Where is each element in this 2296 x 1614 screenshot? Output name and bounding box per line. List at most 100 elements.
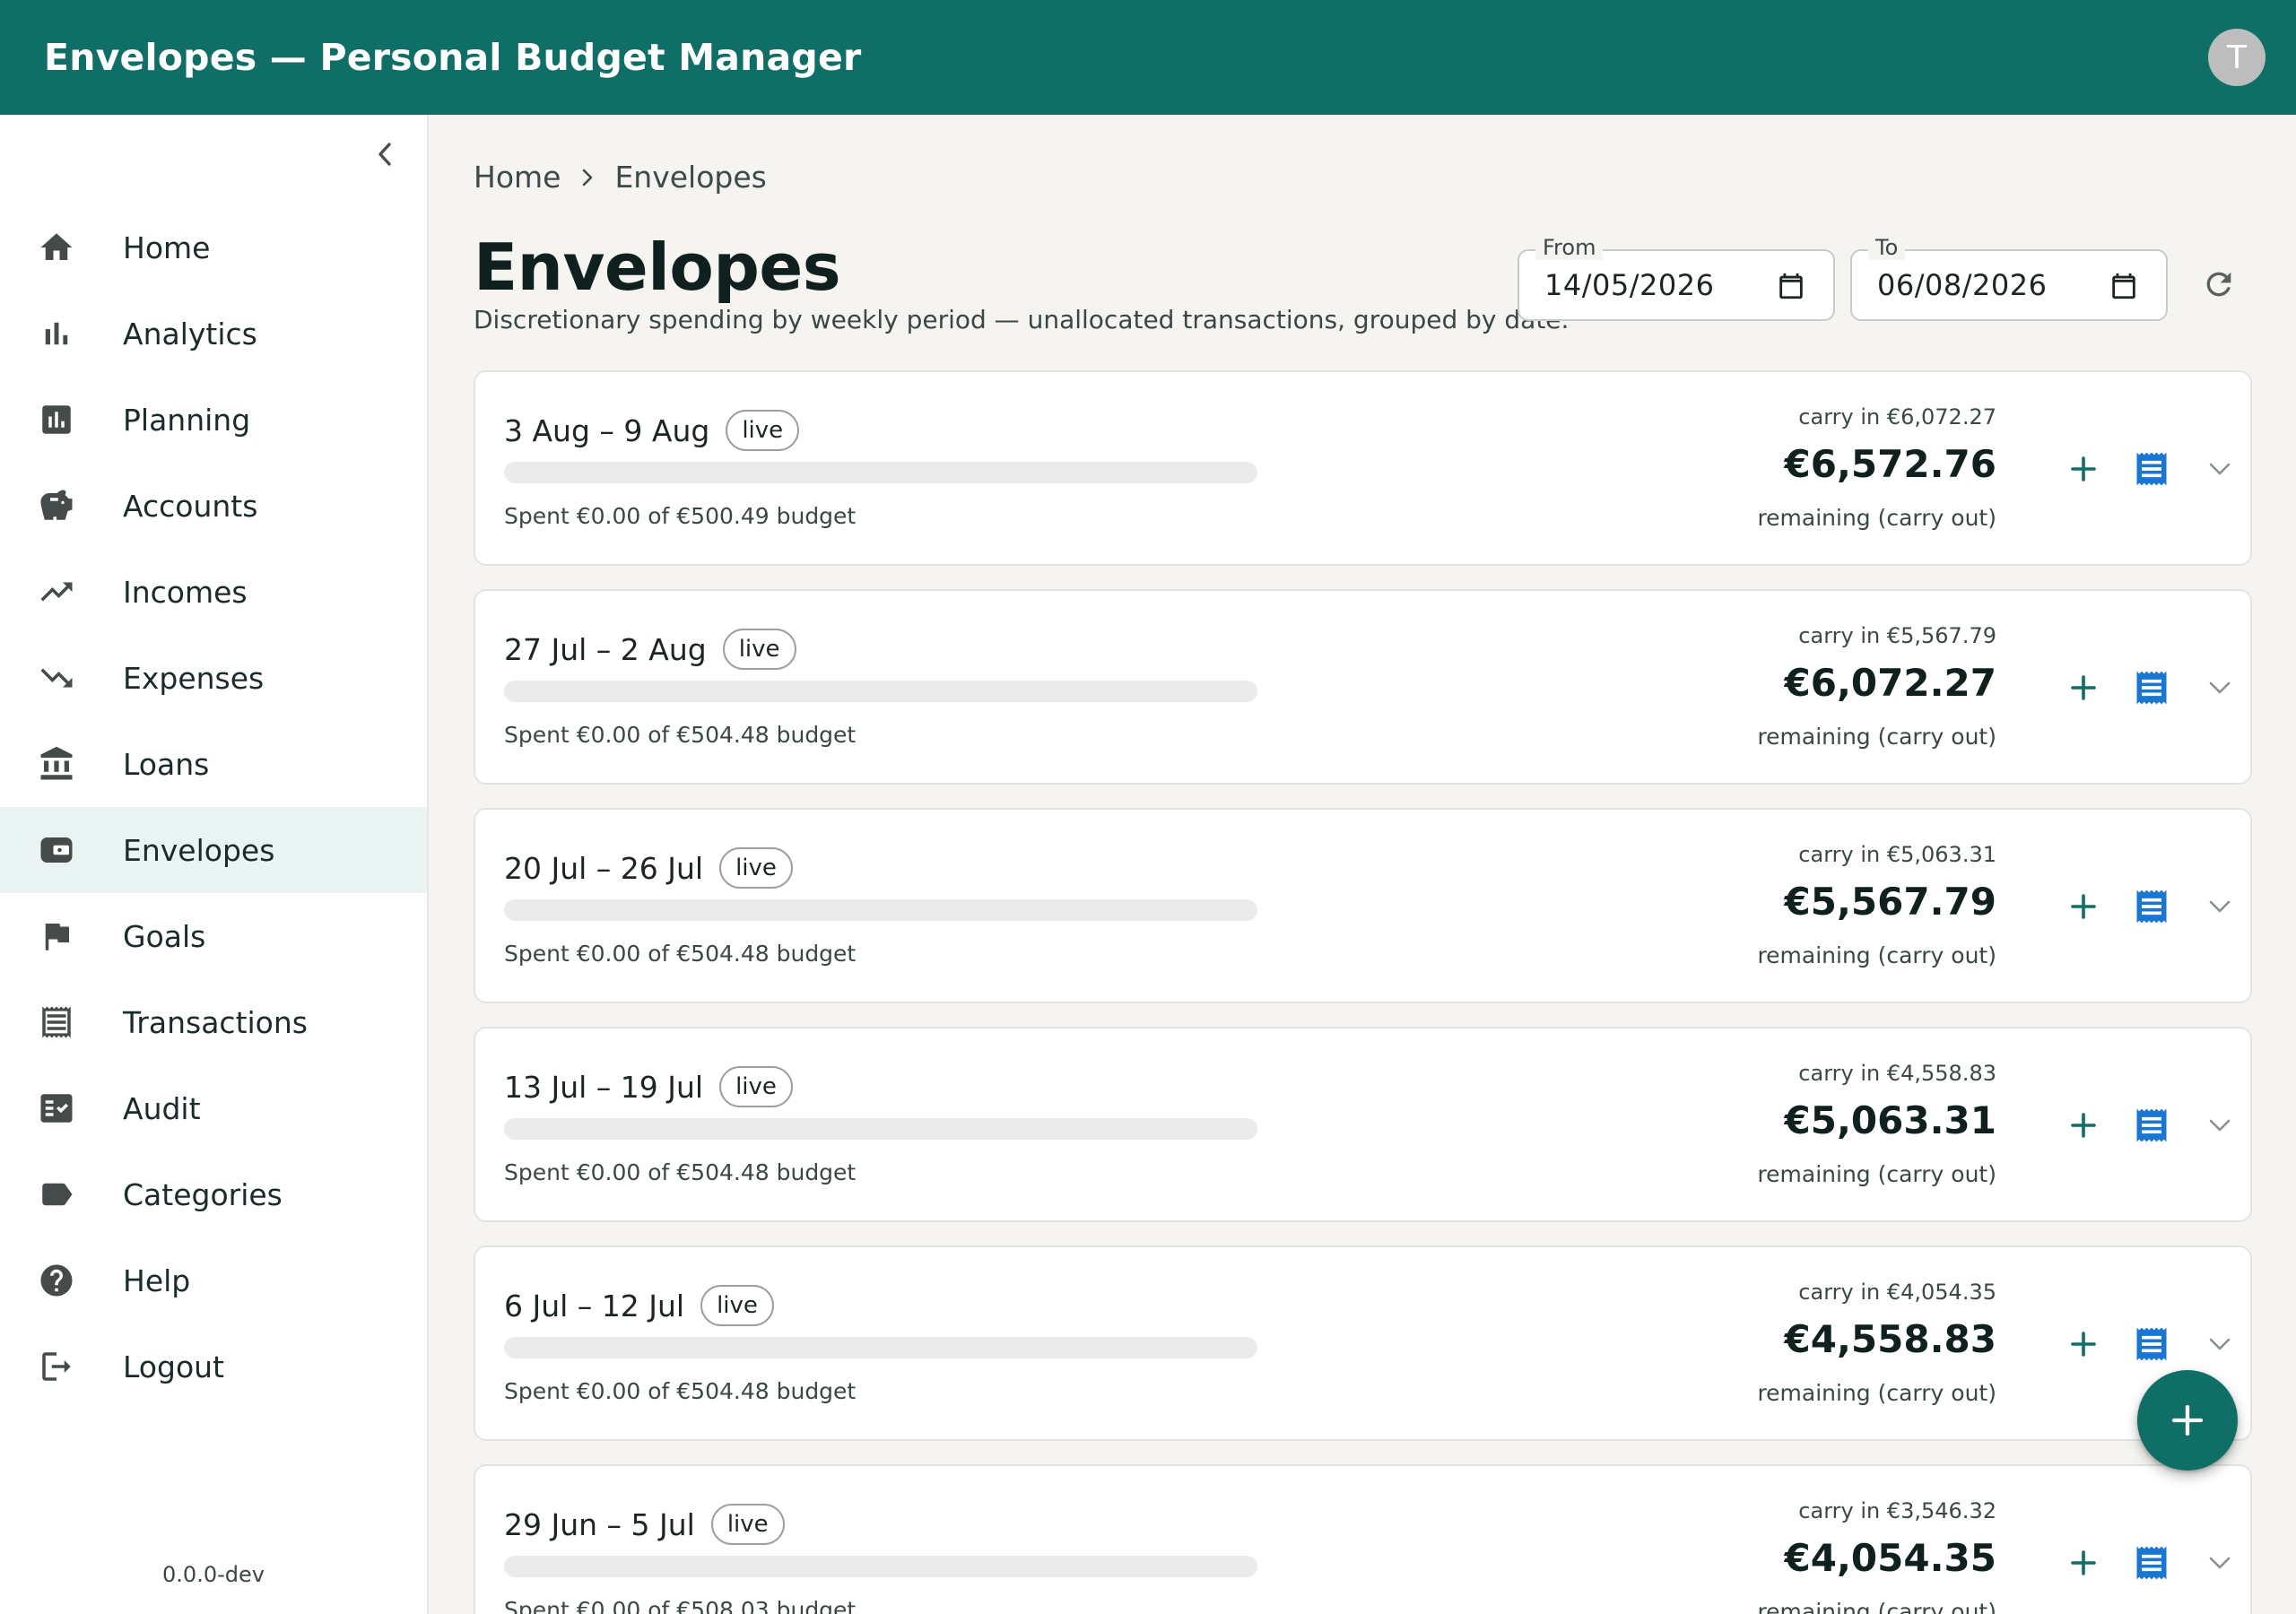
piggy-bank-icon bbox=[37, 486, 76, 525]
remaining-amount: €5,063.31 bbox=[1784, 1098, 1996, 1142]
from-date-value[interactable]: 14/05/2026 bbox=[1544, 268, 1714, 302]
trending-up-icon bbox=[37, 572, 76, 612]
spend-progress-bar bbox=[504, 1118, 1257, 1140]
sidebar-item-expenses[interactable]: Expenses bbox=[0, 635, 427, 721]
sidebar-item-label: Expenses bbox=[123, 660, 265, 696]
remaining-label: remaining (carry out) bbox=[1757, 505, 1996, 531]
sidebar-item-accounts[interactable]: Accounts bbox=[0, 463, 427, 549]
status-badge: live bbox=[719, 847, 793, 889]
sidebar-item-label: Loans bbox=[123, 746, 210, 782]
period-label: 3 Aug – 9 Aug bbox=[504, 412, 710, 448]
chevron-down-icon bbox=[2209, 900, 2231, 913]
add-transaction-button[interactable] bbox=[2060, 1102, 2107, 1149]
add-fab-button[interactable] bbox=[2137, 1370, 2238, 1471]
chevron-down-icon bbox=[2209, 1557, 2231, 1569]
period-label: 29 Jun – 5 Jul bbox=[504, 1506, 695, 1542]
spent-summary: Spent €0.00 of €508.03 budget bbox=[504, 1597, 857, 1614]
chevron-right-icon bbox=[580, 167, 595, 188]
add-transaction-button[interactable] bbox=[2060, 1321, 2107, 1367]
sidebar-item-goals[interactable]: Goals bbox=[0, 893, 427, 979]
expand-envelope-button[interactable] bbox=[2196, 446, 2243, 492]
trending-down-icon bbox=[37, 658, 76, 698]
view-transactions-button[interactable] bbox=[2128, 1321, 2175, 1367]
sidebar-item-help[interactable]: Help bbox=[0, 1237, 427, 1323]
to-date-field[interactable]: To 06/08/2026 bbox=[1850, 235, 2168, 321]
envelope-card: 20 Jul – 26 Jul live Spent €0.00 of €504.4… bbox=[474, 808, 2252, 1003]
receipt-icon bbox=[2136, 452, 2167, 486]
sidebar-item-analytics[interactable]: Analytics bbox=[0, 291, 427, 377]
envelope-card: 6 Jul – 12 Jul live Spent €0.00 of €504.48… bbox=[474, 1245, 2252, 1441]
expand-envelope-button[interactable] bbox=[2196, 1540, 2243, 1586]
add-transaction-button[interactable] bbox=[2060, 883, 2107, 930]
remaining-label: remaining (carry out) bbox=[1757, 1380, 1996, 1406]
flag-icon bbox=[37, 916, 76, 956]
carry-in-amount: carry in €4,054.35 bbox=[1798, 1280, 1996, 1305]
remaining-label: remaining (carry out) bbox=[1757, 1161, 1996, 1187]
sidebar-item-planning[interactable]: Planning bbox=[0, 377, 427, 463]
calendar-icon[interactable] bbox=[1776, 271, 1806, 301]
breadcrumb-home[interactable]: Home bbox=[474, 160, 561, 195]
sidebar-item-label: Home bbox=[123, 230, 211, 265]
sidebar-item-label: Transactions bbox=[123, 1004, 308, 1040]
chevron-down-icon bbox=[2209, 681, 2231, 694]
envelope-card: 29 Jun – 5 Jul live Spent €0.00 of €508.03… bbox=[474, 1464, 2252, 1614]
sidebar-item-loans[interactable]: Loans bbox=[0, 721, 427, 807]
carry-in-amount: carry in €3,546.32 bbox=[1798, 1498, 1996, 1523]
remaining-label: remaining (carry out) bbox=[1757, 724, 1996, 750]
collapse-sidebar-button[interactable] bbox=[363, 133, 406, 176]
receipt-icon bbox=[2136, 1546, 2167, 1580]
add-transaction-button[interactable] bbox=[2060, 446, 2107, 492]
sidebar-item-label: Logout bbox=[123, 1349, 224, 1384]
period-label: 20 Jul – 26 Jul bbox=[504, 850, 704, 886]
envelope-period: 29 Jun – 5 Jul live bbox=[504, 1504, 785, 1545]
app-bar: Envelopes — Personal Budget Manager T bbox=[0, 0, 2296, 115]
add-icon bbox=[2171, 1404, 2204, 1436]
spend-progress-bar bbox=[504, 1556, 1257, 1577]
expand-envelope-button[interactable] bbox=[2196, 1321, 2243, 1367]
spend-progress-bar bbox=[504, 1337, 1257, 1358]
expand-envelope-button[interactable] bbox=[2196, 664, 2243, 711]
calendar-icon[interactable] bbox=[2109, 271, 2139, 301]
view-transactions-button[interactable] bbox=[2128, 664, 2175, 711]
label-icon bbox=[37, 1175, 76, 1214]
to-date-value[interactable]: 06/08/2026 bbox=[1877, 268, 2047, 302]
sidebar-item-incomes[interactable]: Incomes bbox=[0, 549, 427, 635]
help-icon bbox=[37, 1261, 76, 1300]
sidebar-item-envelopes[interactable]: Envelopes bbox=[0, 807, 427, 893]
sidebar-item-transactions[interactable]: Transactions bbox=[0, 979, 427, 1065]
add-transaction-button[interactable] bbox=[2060, 1540, 2107, 1586]
remaining-label: remaining (carry out) bbox=[1757, 942, 1996, 968]
receipt-icon bbox=[2136, 1108, 2167, 1142]
remaining-amount: €6,072.27 bbox=[1784, 661, 1996, 705]
period-label: 6 Jul – 12 Jul bbox=[504, 1288, 685, 1323]
spend-progress-bar bbox=[504, 681, 1257, 702]
carry-in-amount: carry in €6,072.27 bbox=[1798, 404, 1996, 430]
sidebar-item-audit[interactable]: Audit bbox=[0, 1065, 427, 1151]
status-badge: live bbox=[700, 1285, 774, 1326]
view-transactions-button[interactable] bbox=[2128, 1102, 2175, 1149]
spent-summary: Spent €0.00 of €504.48 budget bbox=[504, 722, 857, 748]
sidebar-item-home[interactable]: Home bbox=[0, 204, 427, 291]
status-badge: live bbox=[722, 629, 796, 670]
sidebar-item-logout[interactable]: Logout bbox=[0, 1323, 427, 1410]
refresh-button[interactable] bbox=[2196, 262, 2241, 307]
sidebar-nav: Home Analytics Planning Accounts Incomes Expe… bbox=[0, 204, 427, 1410]
remaining-amount: €6,572.76 bbox=[1784, 442, 1996, 486]
carry-in-amount: carry in €5,567.79 bbox=[1798, 623, 1996, 648]
view-transactions-button[interactable] bbox=[2128, 883, 2175, 930]
view-transactions-button[interactable] bbox=[2128, 446, 2175, 492]
sidebar-item-label: Incomes bbox=[123, 574, 248, 610]
sidebar-item-categories[interactable]: Categories bbox=[0, 1151, 427, 1237]
from-date-field[interactable]: From 14/05/2026 bbox=[1518, 235, 1835, 321]
expand-envelope-button[interactable] bbox=[2196, 1102, 2243, 1149]
period-label: 27 Jul – 2 Aug bbox=[504, 631, 707, 667]
envelope-period: 6 Jul – 12 Jul live bbox=[504, 1285, 774, 1326]
view-transactions-button[interactable] bbox=[2128, 1540, 2175, 1586]
page-title: Envelopes bbox=[474, 230, 841, 305]
chevron-left-icon bbox=[378, 143, 391, 166]
expand-envelope-button[interactable] bbox=[2196, 883, 2243, 930]
add-transaction-button[interactable] bbox=[2060, 664, 2107, 711]
status-badge: live bbox=[726, 410, 800, 451]
chart-box-icon bbox=[37, 400, 76, 439]
avatar[interactable]: T bbox=[2208, 29, 2266, 86]
